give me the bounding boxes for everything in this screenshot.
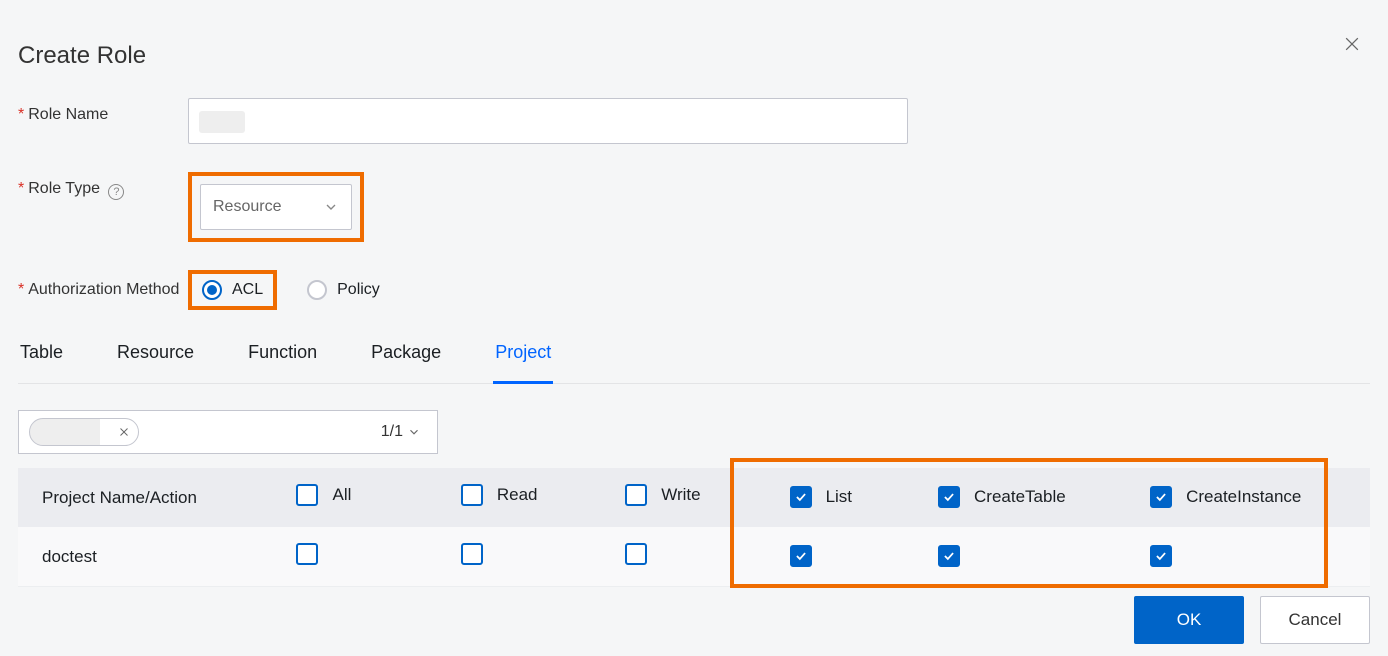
auth-method-highlight: ACL (188, 270, 277, 310)
tab-package[interactable]: Package (369, 328, 443, 384)
tab-resource[interactable]: Resource (115, 328, 196, 384)
role-name-input[interactable] (188, 98, 908, 144)
table-row: doctest (18, 527, 1370, 587)
header-checkbox-createtable[interactable]: CreateTable (938, 486, 1066, 508)
create-role-dialog: Create Role *Role Name *Role Type ? Reso… (0, 0, 1388, 656)
auth-method-policy-radio[interactable]: Policy (307, 280, 380, 300)
auth-method-acl-radio[interactable]: ACL (202, 280, 263, 300)
row-project-name: doctest (18, 527, 272, 587)
chevron-down-icon (323, 199, 339, 215)
dialog-title: Create Role (18, 42, 1370, 70)
cancel-button[interactable]: Cancel (1260, 596, 1370, 644)
page-indicator[interactable]: 1/1 (381, 423, 421, 441)
tab-project[interactable]: Project (493, 328, 553, 384)
header-checkbox-createinstance[interactable]: CreateInstance (1150, 486, 1301, 508)
row-checkbox-list[interactable] (790, 545, 812, 567)
permission-tabs: Table Resource Function Package Project (18, 328, 1370, 384)
header-checkbox-list[interactable]: List (790, 486, 852, 508)
filter-tag-chip[interactable] (29, 418, 139, 446)
role-type-label: *Role Type ? (18, 172, 188, 200)
close-icon[interactable] (1342, 34, 1366, 58)
header-checkbox-read[interactable]: Read (461, 484, 538, 506)
tab-function[interactable]: Function (246, 328, 319, 384)
row-checkbox-read[interactable] (461, 543, 483, 565)
header-checkbox-all[interactable]: All (296, 484, 351, 506)
role-type-highlight: Resource (188, 172, 364, 242)
close-icon (118, 426, 130, 438)
role-name-label: *Role Name (18, 98, 188, 124)
project-filter-input[interactable]: 1/1 (18, 410, 438, 454)
row-checkbox-all[interactable] (296, 543, 318, 565)
help-icon[interactable]: ? (108, 184, 124, 200)
chevron-down-icon (407, 425, 421, 439)
auth-method-label: *Authorization Method (18, 270, 188, 302)
row-checkbox-write[interactable] (625, 543, 647, 565)
ok-button[interactable]: OK (1134, 596, 1244, 644)
tab-table[interactable]: Table (18, 328, 65, 384)
row-checkbox-createtable[interactable] (938, 545, 960, 567)
col-header-name: Project Name/Action (18, 468, 272, 527)
role-type-select[interactable]: Resource (200, 184, 352, 230)
permissions-table: Project Name/Action All Read (18, 468, 1370, 587)
header-checkbox-write[interactable]: Write (625, 484, 700, 506)
row-checkbox-createinstance[interactable] (1150, 545, 1172, 567)
